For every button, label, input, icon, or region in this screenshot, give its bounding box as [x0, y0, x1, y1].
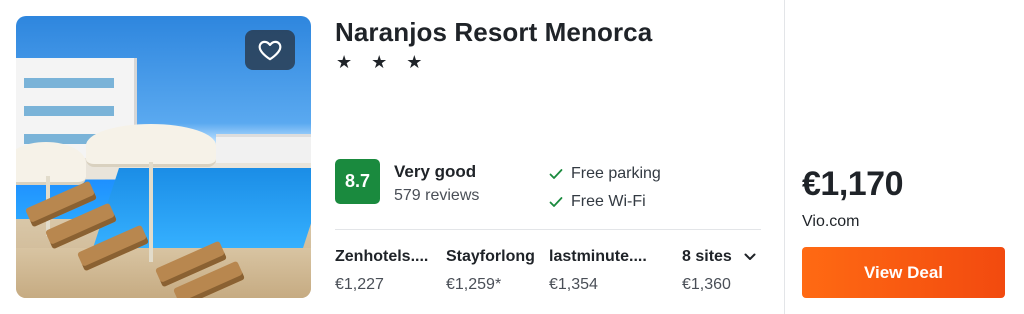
star-rating: ★ ★ ★ — [336, 52, 430, 72]
amenity-label: Free parking — [571, 165, 661, 182]
checkmark-icon — [549, 197, 563, 207]
site-price: €1,360 — [682, 276, 731, 293]
heart-icon — [258, 40, 282, 61]
deal-provider: Vio.com — [802, 213, 860, 230]
more-sites-label: 8 sites — [682, 248, 732, 265]
hotel-name[interactable]: Naranjos Resort Menorca — [335, 17, 652, 48]
site-price: €1,227 — [335, 276, 384, 293]
photo-umbrella — [16, 142, 86, 185]
amenity-item: Free Wi-Fi — [548, 193, 646, 211]
photo-umbrella-pole — [149, 162, 153, 262]
amenity-label: Free Wi-Fi — [571, 193, 646, 210]
checkmark-icon — [549, 169, 563, 179]
review-count[interactable]: 579 reviews — [394, 187, 479, 205]
hotel-result-card: Naranjos Resort Menorca ★ ★ ★ 8.7 Very g… — [0, 0, 1024, 314]
photo-building-far — [216, 134, 311, 163]
view-deal-button[interactable]: View Deal — [802, 247, 1005, 298]
photo-umbrella — [86, 124, 216, 167]
site-price-option[interactable]: Stayforlong €1,259* — [446, 248, 546, 294]
site-price-option[interactable]: Zenhotels.... €1,227 — [335, 248, 435, 294]
column-divider — [784, 0, 785, 314]
amenity-item: Free parking — [548, 165, 661, 183]
site-price: €1,354 — [549, 276, 598, 293]
site-name: Zenhotels.... — [335, 248, 429, 265]
site-name: lastminute.... — [549, 248, 647, 265]
section-divider — [335, 229, 761, 230]
rating-label: Very good — [394, 162, 477, 181]
deal-price: €1,170 — [802, 165, 904, 203]
review-score-badge: 8.7 — [335, 159, 380, 204]
more-sites-toggle[interactable]: 8 sites — [682, 248, 782, 266]
site-name: Stayforlong — [446, 248, 535, 265]
chevron-down-icon — [744, 253, 756, 260]
favorite-button[interactable] — [245, 30, 295, 70]
site-price: €1,259* — [446, 276, 502, 293]
site-price-option[interactable]: lastminute.... €1,354 — [549, 248, 649, 294]
more-sites-dropdown[interactable]: 8 sites €1,360 — [682, 248, 782, 294]
